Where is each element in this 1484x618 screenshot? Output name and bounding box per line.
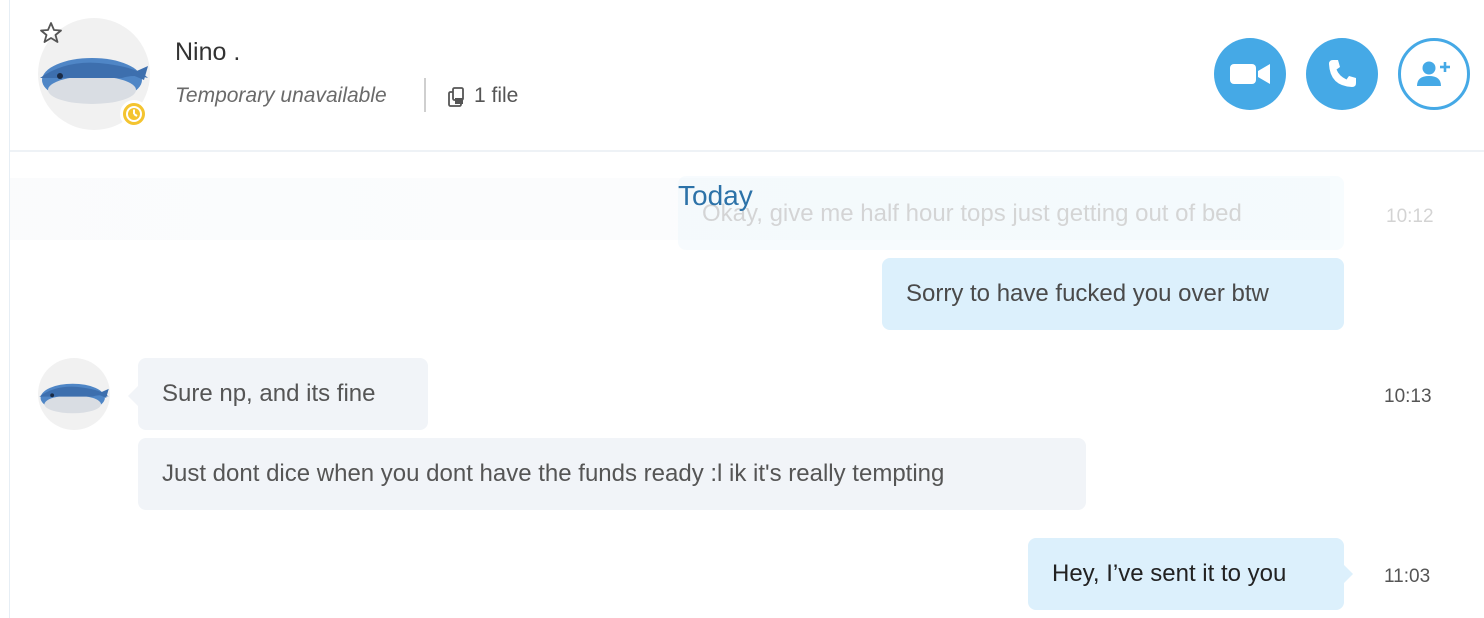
whale-avatar-image xyxy=(39,383,109,414)
sender-avatar[interactable] xyxy=(38,358,110,430)
left-panel-edge xyxy=(0,0,10,618)
phone-icon xyxy=(1329,60,1356,87)
date-divider-label: Today xyxy=(678,180,753,211)
message-bubble-outgoing[interactable]: Sorry to have fucked you over btw xyxy=(882,258,1344,330)
bubble-tail xyxy=(1343,564,1353,584)
contact-status-text: Temporary unavailable xyxy=(175,84,387,107)
video-call-button[interactable] xyxy=(1214,38,1286,110)
message-text: Hey, I’ve sent it to you xyxy=(1052,560,1287,587)
message-text: Okay, give me half hour tops just gettin… xyxy=(702,200,1242,227)
header-divider xyxy=(424,78,426,112)
add-participant-button[interactable] xyxy=(1398,38,1470,110)
message-bubble-outgoing[interactable]: Okay, give me half hour tops just gettin… xyxy=(678,176,1344,250)
message-timestamp: 10:13 xyxy=(1384,386,1432,407)
message-text: Sorry to have fucked you over btw xyxy=(906,280,1269,307)
add-user-icon xyxy=(1417,61,1450,86)
bubble-tail xyxy=(128,386,138,406)
away-status-icon xyxy=(120,100,148,128)
audio-call-button[interactable] xyxy=(1306,38,1378,110)
contact-name[interactable]: Nino . xyxy=(175,38,240,67)
shared-files-count[interactable]: 1 file xyxy=(474,84,518,108)
message-bubble-incoming[interactable]: Just dont dice when you dont have the fu… xyxy=(138,438,1086,510)
message-timestamp: 10:12 xyxy=(1386,206,1434,227)
message-bubble-incoming[interactable]: Sure np, and its fine xyxy=(138,358,428,430)
message-timestamp: 11:03 xyxy=(1384,566,1431,587)
message-text: Sure np, and its fine xyxy=(162,380,376,407)
shared-files-icon[interactable] xyxy=(446,86,466,108)
message-text: Just dont dice when you dont have the fu… xyxy=(162,460,945,487)
message-bubble-outgoing[interactable]: Hey, I’ve sent it to you xyxy=(1028,538,1344,610)
video-camera-icon xyxy=(1230,64,1270,84)
favorite-star-icon[interactable] xyxy=(38,20,64,46)
